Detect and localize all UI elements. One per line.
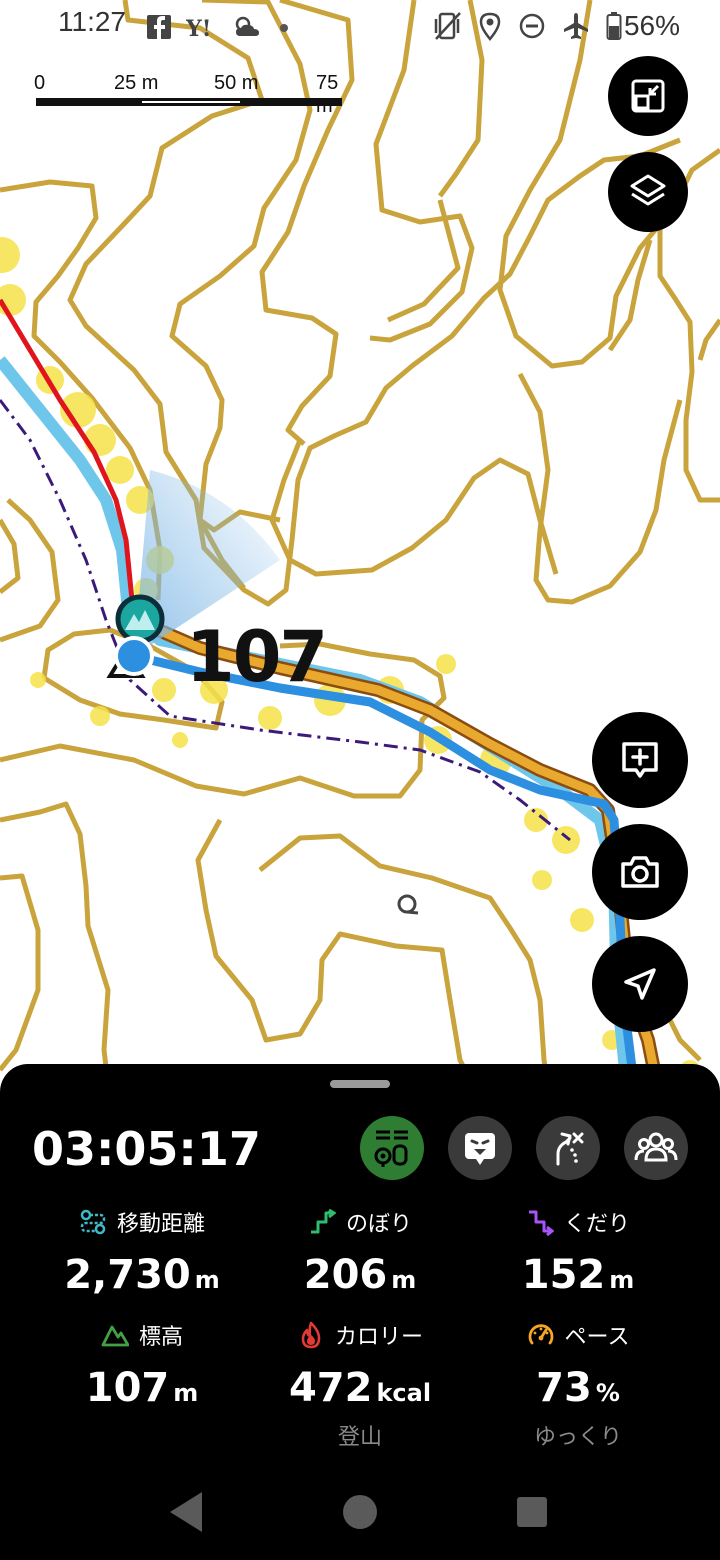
airplane-icon — [563, 13, 588, 39]
add-memo-icon — [622, 742, 658, 778]
stat-distance-value: 2,730 — [64, 1252, 191, 1298]
calories-icon — [301, 1321, 321, 1349]
stat-distance-unit: m — [194, 1266, 220, 1294]
face-button[interactable] — [448, 1116, 512, 1180]
back-icon[interactable] — [170, 1492, 202, 1532]
group-button[interactable] — [624, 1116, 688, 1180]
svg-text:Y!: Y! — [186, 16, 211, 40]
layers-icon — [630, 174, 666, 206]
stat-elevation: 標高 107 m — [32, 1319, 252, 1411]
current-location-dot — [114, 636, 154, 676]
stat-pace-unit: % — [595, 1379, 620, 1407]
stat-ascent-unit: m — [391, 1266, 417, 1294]
camera-icon — [621, 856, 659, 888]
status-time: 11:27 — [58, 6, 126, 37]
stat-pace-value: 73 — [536, 1365, 592, 1411]
yahoo-icon: Y! — [186, 16, 211, 40]
status-bar: 11:27 Y! 56% — [0, 0, 720, 56]
navigate-icon — [624, 968, 656, 1000]
stat-ascent-value: 206 — [303, 1252, 388, 1298]
stat-descent-label: くだり — [563, 1212, 630, 1237]
stat-descent: くだり 152 m — [468, 1206, 688, 1298]
facebook-icon — [147, 15, 171, 39]
recents-icon[interactable] — [517, 1497, 547, 1527]
layers-button[interactable] — [608, 152, 688, 232]
group-icon — [634, 1132, 678, 1162]
stat-elevation-value: 107 — [85, 1365, 170, 1411]
stat-ascent: のぼり 206 m — [250, 1206, 470, 1298]
stat-calories: カロリー 472 kcal 登山 — [250, 1319, 470, 1451]
stat-pace: ペース 73 % ゆっくり — [468, 1319, 688, 1451]
map-canvas[interactable] — [0, 0, 720, 1100]
stat-elevation-unit: m — [173, 1379, 199, 1407]
notification-icons: Y! — [146, 14, 292, 40]
location-icon — [479, 12, 501, 41]
navigate-button[interactable] — [592, 936, 688, 1032]
add-memo-button[interactable] — [592, 712, 688, 808]
track-mode-button[interactable] — [360, 1116, 424, 1180]
stat-pace-label: ペース — [564, 1325, 630, 1350]
descent-icon — [528, 1210, 554, 1236]
route-off-button[interactable] — [536, 1116, 600, 1180]
track-mode-icon — [374, 1130, 408, 1167]
system-icons: 56% — [434, 10, 680, 42]
home-icon[interactable] — [343, 1495, 377, 1529]
vibrate-off-icon — [434, 12, 461, 40]
map-scale: 0 25 m 50 m 75 m — [34, 70, 346, 117]
elevation-map-label: 107 — [186, 616, 328, 698]
dnd-icon — [519, 13, 545, 39]
collapse-map-icon — [631, 79, 665, 113]
dot-icon — [280, 24, 288, 32]
face-icon — [465, 1133, 495, 1165]
stat-descent-value: 152 — [521, 1252, 606, 1298]
battery-percent: 56% — [623, 10, 680, 41]
map-view[interactable]: 107 — [0, 0, 720, 1100]
stat-pace-sub: ゆっくり — [533, 1425, 622, 1450]
elevation-icon — [101, 1325, 129, 1347]
pace-icon — [528, 1324, 553, 1345]
scale-label-50: 50 m — [214, 72, 259, 94]
weather-icon — [235, 16, 259, 36]
stat-calories-label: カロリー — [334, 1325, 423, 1350]
scale-label-25: 25 m — [114, 72, 159, 94]
scale-label-75: 75 m — [316, 72, 339, 117]
camera-button[interactable] — [592, 824, 688, 920]
system-navbar — [0, 1470, 720, 1560]
route-off-icon — [556, 1132, 584, 1166]
ascent-icon — [310, 1208, 336, 1234]
elapsed-timer: 03:05:17 — [32, 1122, 261, 1176]
mountain-pin-icon — [115, 594, 165, 644]
collapse-map-button[interactable] — [608, 56, 688, 136]
stat-distance-label: 移動距離 — [116, 1212, 205, 1237]
stat-calories-unit: kcal — [376, 1379, 432, 1407]
stat-calories-sub: 登山 — [337, 1425, 382, 1450]
stat-calories-value: 472 — [288, 1365, 373, 1411]
distance-icon — [80, 1209, 106, 1235]
stat-distance: 移動距離 2,730 m — [32, 1206, 252, 1298]
sheet-handle[interactable] — [330, 1080, 390, 1088]
stat-ascent-label: のぼり — [345, 1212, 412, 1237]
stat-descent-unit: m — [609, 1266, 635, 1294]
stat-elevation-label: 標高 — [138, 1325, 183, 1350]
scale-label-0: 0 — [34, 72, 46, 94]
battery-icon — [606, 12, 622, 40]
